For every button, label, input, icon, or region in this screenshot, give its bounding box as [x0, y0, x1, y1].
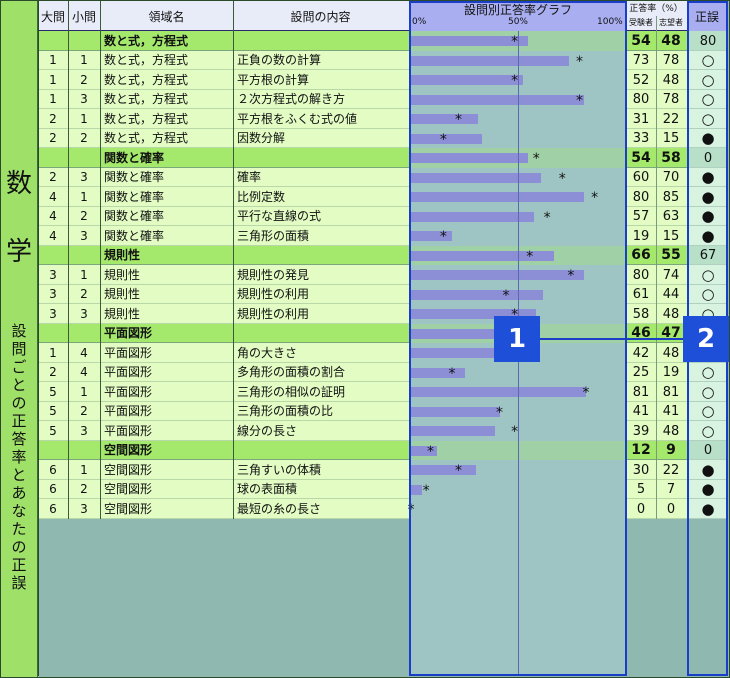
- graph-scale-100: 100%: [597, 17, 623, 27]
- callout-2: 2: [683, 316, 729, 362]
- header-applicants: 志望者: [659, 18, 683, 27]
- graph-scale-50: 50%: [507, 17, 528, 27]
- header-graph-title: 設問別正答率グラフ: [463, 3, 572, 17]
- callout-connector: [540, 338, 683, 340]
- header-rate: 正答率（%）: [629, 4, 683, 14]
- side-caption: 設問ごとの正答率とあなたの正誤: [11, 322, 27, 592]
- header-domain: 領域名: [148, 10, 185, 24]
- header-major: 大問: [40, 10, 65, 24]
- callout-1: 1: [494, 316, 540, 362]
- graph-scale-0: 0%: [412, 17, 427, 27]
- header-examinees: 受験者: [629, 18, 653, 27]
- subject-heading-char-1: 数: [5, 169, 32, 199]
- header-minor: 小問: [71, 10, 96, 24]
- subject-heading-char-2: 学: [5, 237, 32, 267]
- header-judgement: 正誤: [694, 10, 719, 24]
- header-content: 設問の内容: [290, 10, 351, 24]
- score-report: 数と式，方程式 54 48 80 1 1 数と式，方程式 正負の数の計算 73 78 ○ 1 2 数と式，…: [0, 0, 730, 678]
